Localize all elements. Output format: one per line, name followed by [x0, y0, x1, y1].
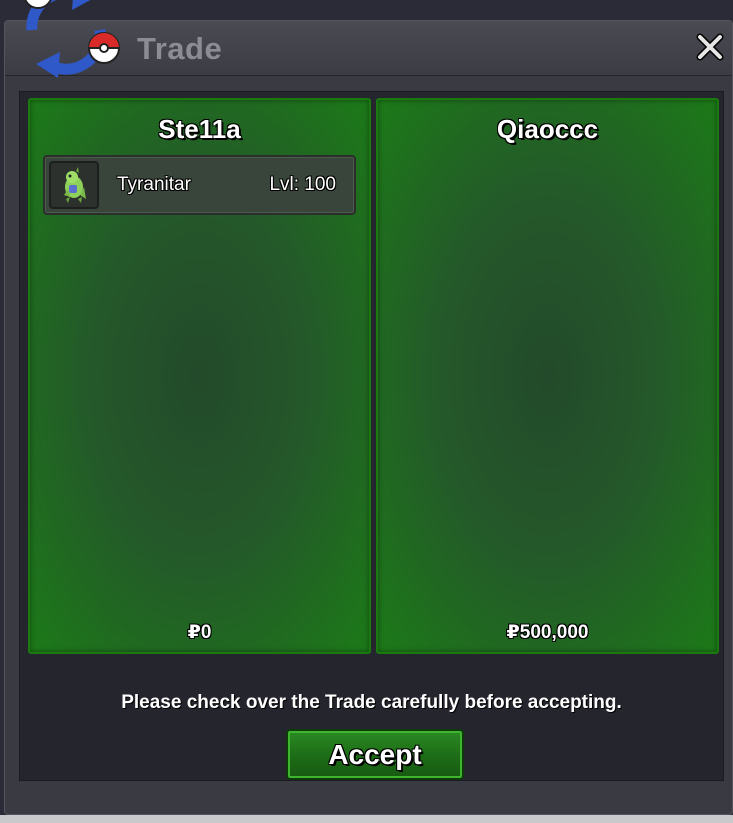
bottom-strip	[0, 815, 733, 823]
money-offer: ₽500,000	[506, 622, 589, 643]
tyranitar-sprite-icon	[64, 167, 86, 203]
close-button[interactable]	[694, 31, 726, 63]
trade-panel-right: Qiaoccc ₽500,000	[376, 98, 719, 654]
trade-arrows-pokeball-icon	[24, 0, 120, 78]
player-name: Qiaoccc	[496, 114, 599, 144]
game-screen: Trade Ste11a Tyranitar Lvl: 100 ₽0 Qiaoc…	[0, 0, 733, 823]
money-offer: ₽0	[187, 622, 212, 643]
pokemon-sprite-slot	[49, 161, 99, 209]
pokemon-level: Lvl: 100	[269, 174, 336, 195]
player-name: Ste11a	[158, 114, 241, 144]
trade-notice: Please check over the Trade carefully be…	[121, 692, 622, 713]
trade-window: Trade Ste11a Tyranitar Lvl: 100 ₽0 Qiaoc…	[4, 20, 733, 815]
window-title: Trade	[137, 31, 223, 66]
trade-content: Ste11a Tyranitar Lvl: 100 ₽0 Qiaoccc ₽50…	[19, 91, 724, 781]
close-icon	[696, 33, 724, 61]
offered-pokemon-row[interactable]: Tyranitar Lvl: 100	[43, 155, 356, 215]
accept-button[interactable]: Accept	[286, 729, 464, 780]
pokemon-name: Tyranitar	[117, 174, 191, 195]
trade-panel-left: Ste11a Tyranitar Lvl: 100 ₽0	[28, 98, 371, 654]
